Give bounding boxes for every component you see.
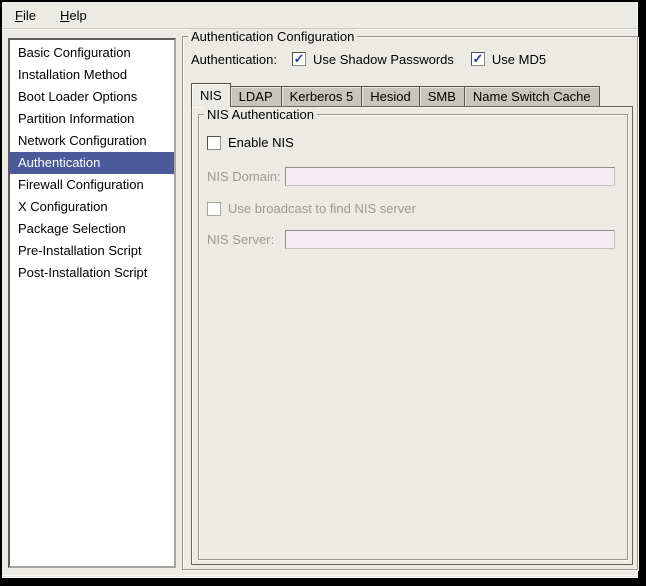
sidebar-item-authentication[interactable]: Authentication xyxy=(10,152,174,174)
sidebar-item-basic-configuration[interactable]: Basic Configuration xyxy=(10,42,174,64)
sidebar-item-firewall-configuration[interactable]: Firewall Configuration xyxy=(10,174,174,196)
sidebar-item-network-configuration[interactable]: Network Configuration xyxy=(10,130,174,152)
tab-name-switch-cache[interactable]: Name Switch Cache xyxy=(464,86,600,106)
enable-nis-row[interactable]: Enable NIS xyxy=(207,135,294,150)
nis-authentication-frame: NIS Authentication Enable NIS NIS Domain… xyxy=(198,114,628,560)
nis-server-label: NIS Server: xyxy=(207,230,274,249)
nis-server-input[interactable] xyxy=(285,230,615,249)
auth-notebook: NIS LDAP Kerberos 5 Hesiod SMB Name Swit… xyxy=(191,82,633,565)
nis-domain-label: NIS Domain: xyxy=(207,167,281,186)
menu-help[interactable]: Help xyxy=(53,5,94,26)
sidebar-item-x-configuration[interactable]: X Configuration xyxy=(10,196,174,218)
use-md5-label: Use MD5 xyxy=(492,52,546,67)
tab-nis[interactable]: NIS xyxy=(191,83,231,107)
use-shadow-passwords-label: Use Shadow Passwords xyxy=(313,52,454,67)
window-frame: File Help Basic Configuration Installati… xyxy=(0,0,646,586)
menubar: File Help xyxy=(2,2,638,29)
authentication-row: Authentication: ✓ Use Shadow Passwords ✓… xyxy=(191,50,563,68)
tab-ldap[interactable]: LDAP xyxy=(230,86,282,106)
sidebar-category-list: Basic Configuration Installation Method … xyxy=(8,38,176,568)
app-window: File Help Basic Configuration Installati… xyxy=(2,2,638,578)
window-bottom-ridge xyxy=(2,575,638,576)
use-md5-checkbox[interactable]: ✓ xyxy=(471,52,485,66)
menu-file[interactable]: File xyxy=(8,5,43,26)
authentication-label: Authentication: xyxy=(191,52,277,67)
nis-frame-title: NIS Authentication xyxy=(204,107,317,122)
use-broadcast-checkbox[interactable] xyxy=(207,202,221,216)
use-broadcast-row[interactable]: Use broadcast to find NIS server xyxy=(207,201,416,216)
tab-smb[interactable]: SMB xyxy=(419,86,465,106)
sidebar-item-boot-loader-options[interactable]: Boot Loader Options xyxy=(10,86,174,108)
use-md5-group[interactable]: ✓ Use MD5 xyxy=(471,52,546,67)
sidebar-item-partition-information[interactable]: Partition Information xyxy=(10,108,174,130)
checkmark-icon: ✓ xyxy=(294,52,305,65)
sidebar-item-post-installation-script[interactable]: Post-Installation Script xyxy=(10,262,174,284)
tab-hesiod[interactable]: Hesiod xyxy=(361,86,419,106)
enable-nis-checkbox[interactable] xyxy=(207,136,221,150)
sidebar-item-pre-installation-script[interactable]: Pre-Installation Script xyxy=(10,240,174,262)
sidebar-item-package-selection[interactable]: Package Selection xyxy=(10,218,174,240)
sidebar-item-installation-method[interactable]: Installation Method xyxy=(10,64,174,86)
nis-domain-input[interactable] xyxy=(285,167,615,186)
tab-bar: NIS LDAP Kerberos 5 Hesiod SMB Name Swit… xyxy=(191,82,633,106)
checkmark-icon: ✓ xyxy=(472,52,483,65)
tab-kerberos5[interactable]: Kerberos 5 xyxy=(281,86,363,106)
use-broadcast-label: Use broadcast to find NIS server xyxy=(228,201,416,216)
use-shadow-passwords-checkbox[interactable]: ✓ xyxy=(292,52,306,66)
authentication-configuration-frame: Authentication Configuration Authenticat… xyxy=(182,36,638,570)
frame-title: Authentication Configuration xyxy=(188,29,357,44)
use-shadow-passwords-group[interactable]: ✓ Use Shadow Passwords xyxy=(292,52,454,67)
enable-nis-label: Enable NIS xyxy=(228,135,294,150)
nis-tab-page: NIS Authentication Enable NIS NIS Domain… xyxy=(191,106,633,565)
